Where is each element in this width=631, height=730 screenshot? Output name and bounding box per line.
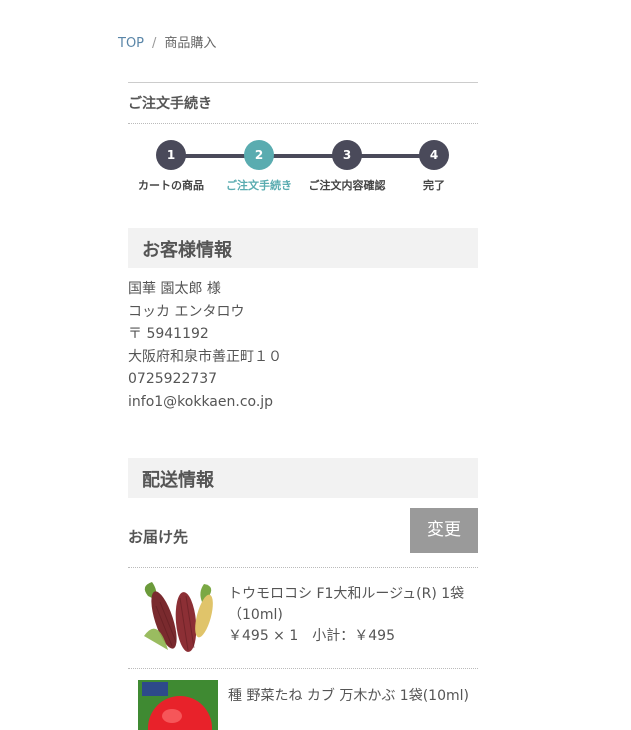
step-2-label: ご注文手続き xyxy=(226,179,292,192)
step-3: 3 ご注文内容確認 xyxy=(302,140,392,193)
customer-postal: 〒 5941192 xyxy=(128,326,209,342)
customer-info-heading: お客様情報 xyxy=(128,228,478,268)
step-2-circle: 2 xyxy=(244,140,274,170)
step-3-circle: 3 xyxy=(332,140,362,170)
cart-item: 種 野菜たね カブ 万木かぶ 1袋(10ml) xyxy=(128,668,478,730)
step-1-label: カートの商品 xyxy=(138,179,204,192)
breadcrumb-separator: / xyxy=(152,36,157,51)
customer-phone: 0725922737 xyxy=(128,371,218,387)
breadcrumb-current: 商品購入 xyxy=(164,36,217,51)
item-price: ￥495 × 1 小計：￥495 xyxy=(228,628,395,644)
step-1-circle: 1 xyxy=(156,140,186,170)
customer-name: 国華 園太郎 様 xyxy=(128,281,221,297)
product-image-corn xyxy=(138,576,218,656)
step-1: 1 カートの商品 xyxy=(126,140,216,193)
step-progress: 1 カートの商品 2 ご注文手続き 3 ご注文内容確認 4 完了 xyxy=(128,140,478,196)
step-4-circle: 4 xyxy=(419,140,449,170)
item-name: トウモロコシ F1大和ルージュ(R) 1袋（10ml) xyxy=(228,586,465,623)
step-3-label: ご注文内容確認 xyxy=(308,179,386,192)
destination-row: お届け先 変更 xyxy=(128,508,478,558)
order-header: ご注文手続き xyxy=(128,82,478,124)
cart-item: トウモロコシ F1大和ルージュ(R) 1袋（10ml) ￥495 × 1 小計：… xyxy=(128,567,478,668)
step-4-label: 完了 xyxy=(423,179,445,192)
change-destination-button[interactable]: 変更 xyxy=(410,508,478,553)
item-name: 種 野菜たね カブ 万木かぶ 1袋(10ml) xyxy=(228,688,469,704)
step-4: 4 完了 xyxy=(389,140,479,193)
customer-info: 国華 園太郎 様 コッカ エンタロウ 〒 5941192 大阪府和泉市善正町１０… xyxy=(128,278,478,413)
destination-label: お届け先 xyxy=(128,528,189,546)
customer-kana: コッカ エンタロウ xyxy=(128,303,245,320)
shipping-info-heading: 配送情報 xyxy=(128,458,478,498)
shipping-info-title: 配送情報 xyxy=(142,470,214,491)
customer-info-title: お客様情報 xyxy=(142,240,232,261)
product-image-turnip xyxy=(138,680,218,730)
order-title: ご注文手続き xyxy=(128,96,212,112)
breadcrumb: TOP / 商品購入 xyxy=(118,32,216,51)
customer-email: info1@kokkaen.co.jp xyxy=(128,393,274,410)
breadcrumb-top-link[interactable]: TOP xyxy=(118,36,144,51)
customer-address: 大阪府和泉市善正町１０ xyxy=(128,348,282,365)
step-2: 2 ご注文手続き xyxy=(214,140,304,193)
